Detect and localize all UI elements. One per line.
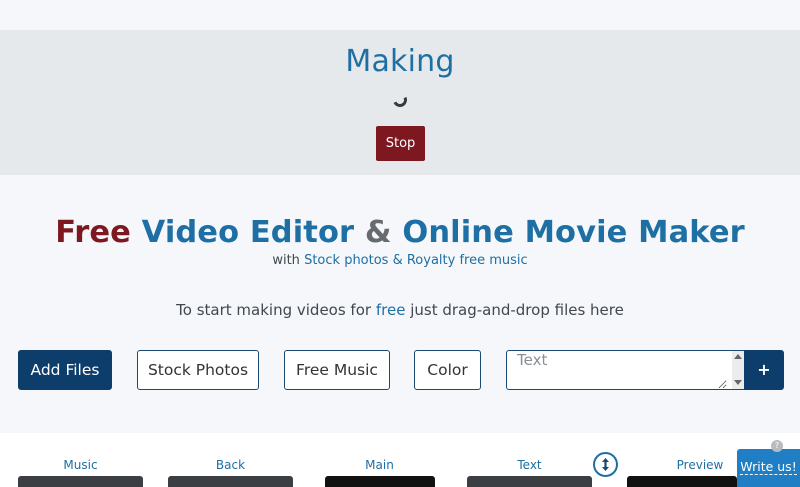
timeline-panel: Music Back Main Text Preview xyxy=(0,433,800,487)
track-label-text[interactable]: Text xyxy=(467,458,592,472)
drop-instruction: To start making videos for free just dra… xyxy=(0,301,800,319)
write-us-label: Write us! xyxy=(740,459,797,475)
headline-ampersand: & xyxy=(364,215,392,250)
instruction-after: just drag-and-drop files here xyxy=(410,301,624,319)
text-input-scrollbar[interactable] xyxy=(732,351,744,389)
track-text[interactable] xyxy=(467,476,592,487)
stop-button[interactable]: Stop xyxy=(376,126,425,161)
instruction-before: To start making videos for xyxy=(176,301,372,319)
stock-photos-button[interactable]: Stock Photos xyxy=(137,350,259,390)
making-status-title: Making xyxy=(345,44,455,79)
top-strip xyxy=(0,0,800,30)
track-label-main[interactable]: Main xyxy=(317,458,442,472)
making-progress-panel: Making Stop xyxy=(0,30,800,175)
headline-video-editor: Video Editor xyxy=(141,215,355,250)
free-music-button[interactable]: Free Music xyxy=(284,350,390,390)
color-button[interactable]: Color xyxy=(414,350,481,390)
add-text-button[interactable]: + xyxy=(744,350,784,390)
subheadline: with Stock photos & Royalty free music xyxy=(0,253,800,268)
instruction-free: free xyxy=(375,301,406,319)
help-badge-icon[interactable]: ? xyxy=(771,440,783,452)
track-main[interactable] xyxy=(325,476,435,487)
headline-movie-maker: Online Movie Maker xyxy=(402,215,745,250)
write-us-feedback-tab[interactable]: Write us! xyxy=(737,449,800,487)
swap-vertical-icon[interactable] xyxy=(593,452,618,477)
add-files-button[interactable]: Add Files xyxy=(18,350,112,390)
track-label-back[interactable]: Back xyxy=(168,458,293,472)
stock-music-link[interactable]: Stock photos & Royalty free music xyxy=(304,253,528,268)
headline-free: Free xyxy=(55,215,131,250)
text-input-box xyxy=(506,350,744,390)
track-label-music[interactable]: Music xyxy=(18,458,143,472)
track-back[interactable] xyxy=(168,476,293,487)
subheadline-with: with xyxy=(272,253,300,268)
scroll-down-arrow-icon[interactable] xyxy=(734,380,742,385)
track-preview[interactable] xyxy=(627,476,737,487)
scroll-up-arrow-icon[interactable] xyxy=(734,354,742,359)
track-music[interactable] xyxy=(18,476,143,487)
loading-spinner-icon xyxy=(391,91,409,109)
page-headline: Free Video Editor & Online Movie Maker xyxy=(0,215,800,250)
text-input[interactable] xyxy=(517,351,727,389)
